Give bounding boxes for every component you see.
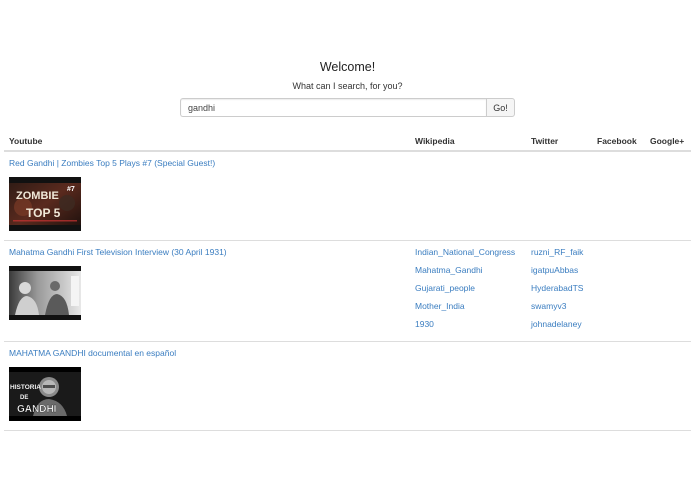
youtube-cell: Mahatma Gandhi First Television Intervie… xyxy=(4,240,410,342)
thumb-text-top5: TOP 5 xyxy=(26,206,61,220)
thumb-text-gandhi: GANDHI xyxy=(17,404,57,415)
results-table: Youtube Wikipedia Twitter Facebook Googl… xyxy=(4,132,691,431)
googleplus-cell xyxy=(645,240,691,342)
list-item: igatpuAbbas xyxy=(531,265,587,283)
thumb-text-historia: HISTORIA xyxy=(10,384,41,391)
table-row: Mahatma Gandhi First Television Intervie… xyxy=(4,240,691,342)
list-item: johnadelaney xyxy=(531,319,587,337)
list-item: Mahatma_Gandhi xyxy=(415,265,521,283)
video-title-link[interactable]: Red Gandhi | Zombies Top 5 Plays #7 (Spe… xyxy=(9,158,405,169)
video-thumbnail[interactable] xyxy=(9,266,81,320)
wikipedia-link[interactable]: Mahatma_Gandhi xyxy=(415,265,483,275)
search-bar: Go! xyxy=(180,98,515,117)
video-thumbnail[interactable]: HISTORIA DE GANDHI xyxy=(9,367,81,421)
twitter-link-list: ruzni_RF_faik igatpuAbbas HyderabadTS sw… xyxy=(531,247,587,337)
googleplus-cell xyxy=(645,341,691,431)
list-item: Gujarati_people xyxy=(415,283,521,301)
youtube-cell: MAHATMA GANDHI documental en español HIS… xyxy=(4,341,410,431)
googleplus-cell xyxy=(645,151,691,241)
twitter-link[interactable]: ruzni_RF_faik xyxy=(531,247,583,257)
wikipedia-link-list: Indian_National_Congress Mahatma_Gandhi … xyxy=(415,247,521,337)
facebook-cell xyxy=(592,341,645,431)
wikipedia-cell xyxy=(410,151,526,241)
video-title-link[interactable]: Mahatma Gandhi First Television Intervie… xyxy=(9,247,405,258)
list-item: swamyv3 xyxy=(531,301,587,319)
column-header-twitter: Twitter xyxy=(526,132,592,152)
list-item: Indian_National_Congress xyxy=(415,247,521,265)
wikipedia-cell xyxy=(410,341,526,431)
wikipedia-link[interactable]: Indian_National_Congress xyxy=(415,247,515,257)
twitter-cell xyxy=(526,151,592,241)
column-header-youtube: Youtube xyxy=(4,132,410,152)
wikipedia-link[interactable]: Mother_India xyxy=(415,301,465,311)
video-title-link[interactable]: MAHATMA GANDHI documental en español xyxy=(9,348,405,359)
thumb-text-number: #7 xyxy=(67,186,75,193)
wikipedia-link[interactable]: Gujarati_people xyxy=(415,283,475,293)
list-item: Mother_India xyxy=(415,301,521,319)
column-header-facebook: Facebook xyxy=(592,132,645,152)
table-row: MAHATMA GANDHI documental en español HIS… xyxy=(4,341,691,431)
facebook-cell xyxy=(592,151,645,241)
list-item: HyderabadTS xyxy=(531,283,587,301)
twitter-cell: ruzni_RF_faik igatpuAbbas HyderabadTS sw… xyxy=(526,240,592,342)
list-item: ruzni_RF_faik xyxy=(531,247,587,265)
youtube-cell: Red Gandhi | Zombies Top 5 Plays #7 (Spe… xyxy=(4,151,410,241)
video-thumbnail[interactable]: ZOMBIE TOP 5 #7 xyxy=(9,177,81,231)
twitter-cell xyxy=(526,341,592,431)
facebook-cell xyxy=(592,240,645,342)
table-row: Red Gandhi | Zombies Top 5 Plays #7 (Spe… xyxy=(4,151,691,241)
thumb-text-de: DE xyxy=(20,395,28,401)
search-prompt: What can I search, for you? xyxy=(292,81,403,91)
welcome-heading: Welcome! xyxy=(319,60,376,74)
twitter-link[interactable]: johnadelaney xyxy=(531,319,582,329)
wikipedia-link[interactable]: 1930 xyxy=(415,319,434,329)
results-header-row: Youtube Wikipedia Twitter Facebook Googl… xyxy=(4,132,691,152)
column-header-wikipedia: Wikipedia xyxy=(410,132,526,152)
twitter-link[interactable]: igatpuAbbas xyxy=(531,265,578,275)
page: Welcome! What can I search, for you? Go!… xyxy=(0,0,695,494)
go-button[interactable]: Go! xyxy=(486,98,515,117)
twitter-link[interactable]: swamyv3 xyxy=(531,301,566,311)
column-header-googleplus: Google+ xyxy=(645,132,691,152)
twitter-link[interactable]: HyderabadTS xyxy=(531,283,583,293)
wikipedia-cell: Indian_National_Congress Mahatma_Gandhi … xyxy=(410,240,526,342)
list-item: 1930 xyxy=(415,319,521,337)
search-input[interactable] xyxy=(180,98,486,117)
thumb-text-zombie: ZOMBIE xyxy=(16,190,59,202)
